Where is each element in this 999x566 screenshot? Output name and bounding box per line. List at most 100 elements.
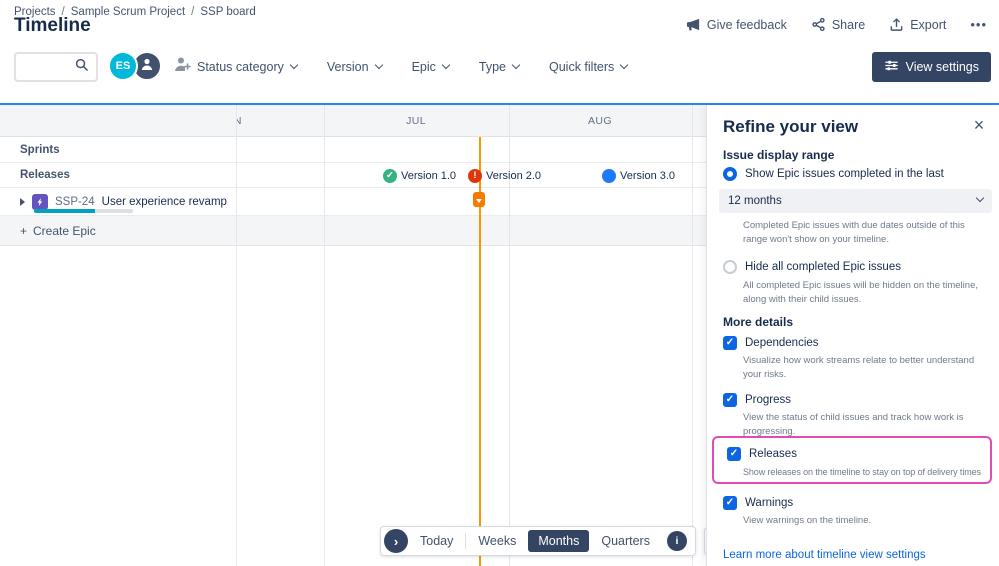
checkbox-progress[interactable]: ✓ Progress: [723, 393, 791, 407]
timeline-bottom-controls: › Today Weeks Months Quarters i: [380, 526, 706, 556]
plus-icon: +: [20, 223, 28, 238]
more-details-heading: More details: [723, 315, 794, 329]
dependencies-help: Visualize how work streams relate to bet…: [743, 355, 975, 381]
epic-summary: User experience revamp: [101, 195, 227, 208]
hide-completed-help: All completed Epic issues will be hidden…: [743, 280, 978, 306]
gridline: [692, 105, 693, 566]
search-icon: [74, 57, 89, 77]
add-person-icon: [172, 54, 192, 79]
release-marker-v3[interactable]: Version 3.0: [602, 168, 675, 184]
completed-range-select[interactable]: 12 months: [719, 189, 992, 213]
releases-help: Show releases on the timeline to stay on…: [743, 467, 981, 477]
progress-done-segment: [34, 209, 95, 213]
checkbox-label: Releases: [749, 448, 797, 460]
share-icon: [811, 17, 826, 32]
megaphone-icon: [686, 17, 701, 32]
chevron-down-icon: [511, 60, 521, 70]
info-icon[interactable]: i: [666, 531, 687, 551]
filter-label: Type: [478, 60, 506, 74]
epic-progress-bar: [34, 209, 133, 213]
month-label: JUL: [406, 115, 426, 127]
filter-label: Version: [326, 60, 369, 74]
filter-version[interactable]: Version: [326, 60, 383, 74]
learn-more-link[interactable]: Learn more about timeline view settings: [723, 549, 926, 561]
radio-label: Show Epic issues completed in the last: [745, 168, 944, 180]
chevron-down-icon: [620, 60, 629, 70]
view-settings-panel: Refine your view × Issue display range S…: [706, 105, 999, 566]
checkbox-releases[interactable]: ✓ Releases: [727, 447, 797, 461]
export-button[interactable]: Export: [889, 17, 946, 32]
create-epic-button[interactable]: + Create Epic: [0, 216, 706, 245]
share-button[interactable]: Share: [811, 17, 865, 32]
filter-status-category[interactable]: Status category: [197, 60, 299, 74]
search-box[interactable]: [14, 52, 98, 82]
today-button[interactable]: Today: [411, 534, 462, 548]
checkbox-dependencies[interactable]: ✓ Dependencies: [723, 336, 819, 350]
warnings-help: View warnings on the timeline.: [743, 515, 872, 526]
create-epic-row[interactable]: + Create Epic: [0, 216, 706, 246]
zoom-bar: › Today Weeks Months Quarters i: [380, 526, 696, 556]
breadcrumb-separator: /: [191, 6, 195, 18]
checkbox-checked-icon[interactable]: ✓: [723, 496, 737, 510]
progress-help: View the status of child issues and trac…: [743, 412, 964, 438]
epic-bar-marker[interactable]: [473, 192, 485, 207]
timeline-month-header: JUN JUL AUG: [0, 105, 706, 137]
checkbox-label: Warnings: [745, 497, 794, 509]
breadcrumb-board[interactable]: SSP board: [200, 6, 255, 18]
checkbox-checked-icon[interactable]: ✓: [723, 336, 737, 350]
release-label: Version 1.0: [401, 170, 457, 182]
month-label: JUN: [237, 115, 242, 127]
release-unreleased-icon: [602, 169, 616, 183]
gridline: [236, 105, 237, 566]
checkbox-checked-icon[interactable]: ✓: [723, 393, 737, 407]
month-labels: JUN JUL AUG: [237, 105, 706, 137]
checkbox-label: Progress: [745, 394, 792, 406]
search-input[interactable]: [22, 60, 74, 74]
sliders-icon: [884, 58, 899, 76]
release-marker-v1[interactable]: ✓ Version 1.0: [383, 168, 456, 184]
person-icon: [139, 56, 155, 77]
filter-epic[interactable]: Epic: [412, 60, 451, 74]
view-settings-button[interactable]: View settings: [871, 52, 991, 82]
close-icon[interactable]: ×: [967, 113, 991, 137]
timeline-grid: JUN JUL AUG Sprints Releases SSP-24 User…: [0, 105, 706, 566]
chevron-down-icon: [289, 60, 299, 70]
releases-row[interactable]: Releases: [0, 163, 706, 188]
give-feedback-button[interactable]: Give feedback: [686, 17, 787, 32]
chevron-down-icon: [975, 193, 985, 203]
radio-show-completed[interactable]: Show Epic issues completed in the last: [723, 167, 944, 181]
show-completed-help: Completed Epic issues with due dates out…: [743, 220, 965, 246]
zoom-months-button[interactable]: Months: [528, 530, 590, 552]
filter-bar: Status category Version Epic Type Quick …: [197, 52, 629, 82]
give-feedback-label: Give feedback: [706, 17, 787, 32]
checkbox-checked-icon[interactable]: ✓: [727, 447, 741, 461]
filter-label: Status category: [197, 60, 284, 74]
chevron-down-icon: [374, 60, 383, 70]
release-done-icon: ✓: [383, 169, 397, 183]
releases-label: Releases: [20, 169, 70, 181]
add-people-button[interactable]: [172, 54, 192, 79]
avatar[interactable]: ES: [108, 51, 138, 81]
zoom-weeks-button[interactable]: Weeks: [469, 534, 525, 548]
month-label: AUG: [588, 115, 612, 127]
chevron-down-icon: [476, 198, 482, 203]
release-marker-v2[interactable]: ! Version 2.0: [468, 168, 541, 184]
select-value: 12 months: [728, 195, 782, 207]
checkbox-warnings[interactable]: ✓ Warnings: [723, 496, 793, 510]
scroll-right-button[interactable]: ›: [384, 529, 408, 553]
expand-chevron-icon[interactable]: [20, 197, 25, 206]
radio-selected-icon[interactable]: [723, 167, 737, 181]
divider: [465, 533, 467, 549]
sprints-label: Sprints: [20, 143, 60, 156]
filter-quick-filters[interactable]: Quick filters: [549, 60, 629, 74]
radio-unselected-icon[interactable]: [723, 260, 737, 274]
checkbox-label: Dependencies: [745, 337, 819, 349]
gridline: [324, 105, 325, 566]
sprints-row[interactable]: Sprints: [0, 137, 706, 163]
radio-hide-completed[interactable]: Hide all completed Epic issues: [723, 260, 901, 274]
release-overdue-icon: !: [468, 169, 482, 183]
share-label: Share: [831, 17, 866, 32]
more-options-icon[interactable]: •••: [970, 17, 987, 32]
filter-type[interactable]: Type: [478, 60, 521, 74]
zoom-quarters-button[interactable]: Quarters: [592, 534, 659, 548]
